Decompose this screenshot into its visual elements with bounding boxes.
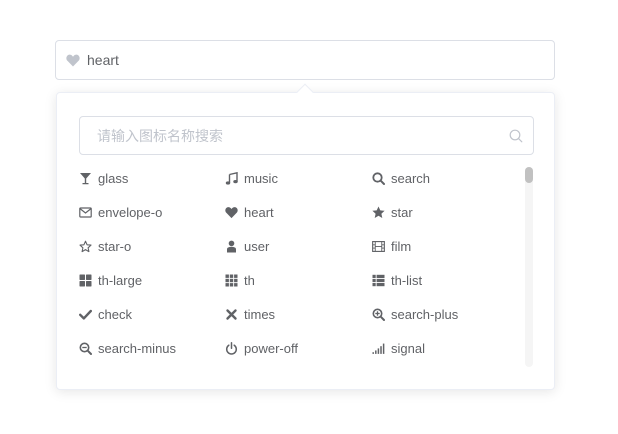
icon-option-search-plus[interactable]: search-plus <box>372 304 458 324</box>
icon-option-label: film <box>391 238 412 254</box>
film-icon <box>372 240 385 253</box>
th-large-icon <box>79 274 92 287</box>
icon-list: glass music search envelope-o heart star star-… <box>79 171 519 377</box>
icon-option-label: glass <box>98 171 129 186</box>
th-list-icon <box>372 274 385 287</box>
search-minus-icon <box>79 342 92 355</box>
star-o-icon <box>79 240 92 253</box>
icon-option-search[interactable]: search <box>372 171 430 188</box>
icon-option-music[interactable]: music <box>225 171 278 188</box>
popover-arrow <box>296 83 314 101</box>
selected-icon-input[interactable]: heart <box>55 40 555 80</box>
scrollbar-thumb[interactable] <box>525 167 533 183</box>
icon-option-glass[interactable]: glass <box>79 171 128 188</box>
icon-option-label: user <box>244 238 270 254</box>
icon-option-label: th-list <box>391 272 423 288</box>
scrollbar[interactable] <box>525 167 533 367</box>
icon-option-film[interactable]: film <box>372 236 411 256</box>
heart-icon <box>66 53 80 67</box>
icon-option-label: envelope-o <box>98 204 163 220</box>
times-icon <box>225 308 238 321</box>
icon-option-label: signal <box>391 340 425 356</box>
icon-option-search-minus[interactable]: search-minus <box>79 338 176 358</box>
icon-option-label: power-off <box>244 340 298 356</box>
icon-search-input[interactable] <box>95 117 495 154</box>
icon-option-label: th <box>244 272 255 288</box>
icon-option-label: search-minus <box>98 340 177 356</box>
power-off-icon <box>225 341 238 355</box>
icon-option-label: heart <box>244 204 274 220</box>
icon-option-label: search-plus <box>391 306 459 322</box>
icon-search-box[interactable] <box>79 116 534 155</box>
th-icon <box>225 274 238 287</box>
icon-option-label: th-large <box>98 272 143 288</box>
glass-icon <box>79 172 92 185</box>
icon-option-times[interactable]: times <box>225 304 275 324</box>
heart-icon <box>225 206 238 219</box>
selected-icon-name: heart <box>87 52 119 68</box>
search-icon <box>509 129 523 143</box>
icon-option-label: check <box>98 306 132 322</box>
music-icon <box>225 171 238 185</box>
icon-option-signal[interactable]: signal <box>372 338 425 358</box>
icon-option-user[interactable]: user <box>225 236 269 256</box>
star-icon <box>372 206 385 219</box>
signal-icon <box>372 342 385 355</box>
envelope-o-icon <box>79 206 92 219</box>
check-icon <box>79 308 92 321</box>
icon-option-th-large[interactable]: th-large <box>79 270 142 290</box>
icon-option-label: star <box>391 204 413 220</box>
icon-picker-popover: glass music search envelope-o heart star star-… <box>56 83 555 390</box>
icon-option-check[interactable]: check <box>79 304 132 324</box>
icon-option-heart[interactable]: heart <box>225 202 274 222</box>
icon-option-label: search <box>391 171 431 186</box>
icon-option-power-off[interactable]: power-off <box>225 338 298 358</box>
search-icon <box>372 171 385 185</box>
search-plus-icon <box>372 308 385 321</box>
icon-option-th[interactable]: th <box>225 270 255 290</box>
icon-option-label: music <box>244 171 278 186</box>
icon-option-label: times <box>244 306 276 322</box>
icon-option-envelope-o[interactable]: envelope-o <box>79 202 162 222</box>
icon-option-th-list[interactable]: th-list <box>372 270 422 290</box>
icon-option-label: star-o <box>98 238 132 254</box>
icon-option-star-o[interactable]: star-o <box>79 236 131 256</box>
user-icon <box>225 240 238 253</box>
icon-option-star[interactable]: star <box>372 202 413 222</box>
